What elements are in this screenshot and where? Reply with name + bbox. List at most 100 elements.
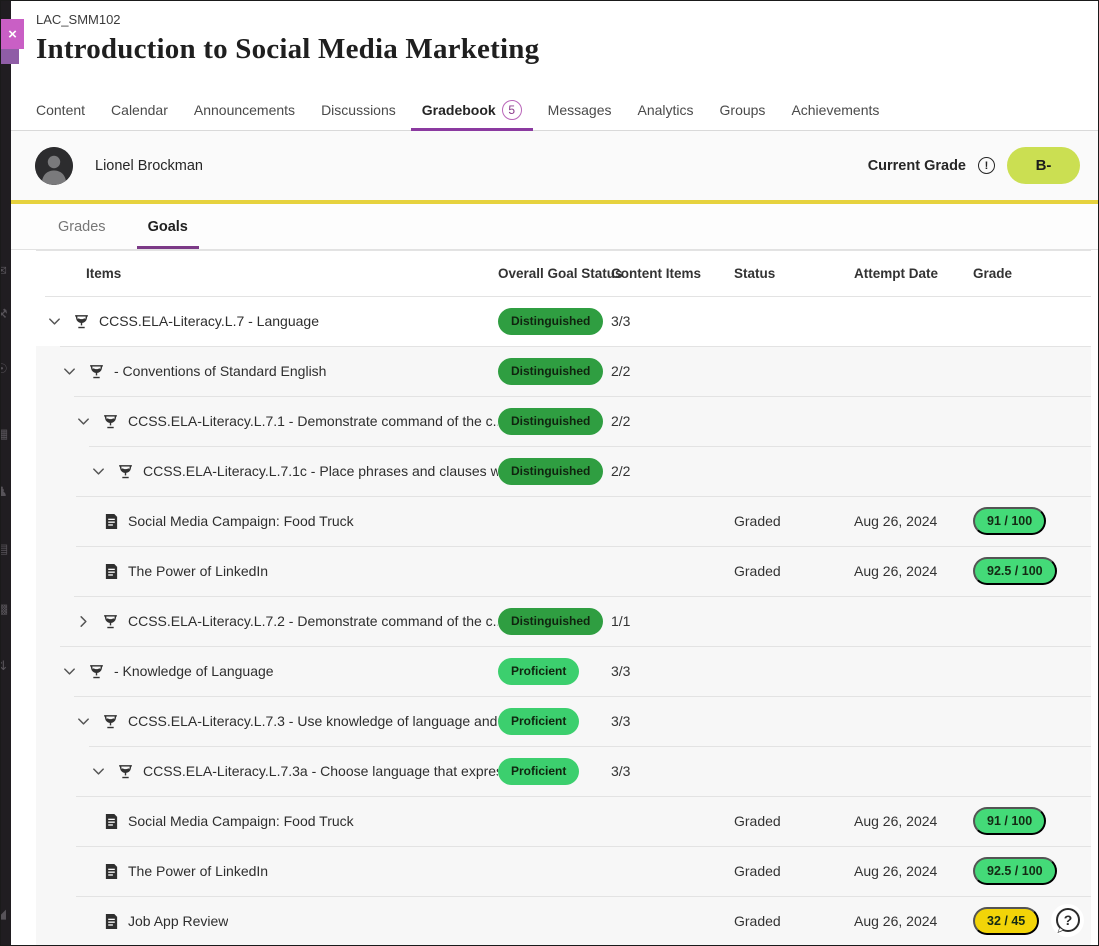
person-silhouette-icon [35, 147, 73, 185]
nav-item-announcements[interactable]: Announcements [181, 89, 308, 130]
clipped-nav-icon: ⚒ [1, 306, 8, 322]
goal-title-link[interactable]: CCSS.ELA-Literacy.L.7.2 - Demonstrate co… [128, 613, 498, 629]
goal-title-link[interactable]: CCSS.ELA-Literacy.L.7.1 - Demonstrate co… [128, 413, 498, 429]
course-id: LAC_SMM102 [36, 12, 1098, 27]
content-item-title-link[interactable]: Social Media Campaign: Food Truck [128, 513, 354, 529]
expand-collapse-chevron-icon[interactable] [45, 312, 64, 331]
expand-collapse-chevron-icon[interactable] [74, 712, 93, 731]
content-items-count: 2/2 [611, 363, 734, 379]
help-button[interactable]: ? [1051, 904, 1084, 937]
divider [76, 796, 1091, 797]
student-bar: Lionel Brockman Current Grade ! B- [11, 131, 1098, 200]
nav-item-groups[interactable]: Groups [707, 89, 779, 130]
goal-trophy-icon [88, 663, 105, 680]
grade-info-icon[interactable]: ! [978, 157, 995, 174]
nav-item-label: Gradebook [422, 102, 496, 118]
nav-item-gradebook[interactable]: Gradebook 5 [409, 89, 535, 130]
course-header: LAC_SMM102 Introduction to Social Media … [11, 1, 1098, 89]
expand-collapse-chevron-icon[interactable] [74, 412, 93, 431]
divider [74, 396, 1091, 397]
expand-collapse-chevron-icon[interactable] [89, 462, 108, 481]
column-header-content-items: Content Items [611, 266, 734, 281]
attempt-date: Aug 26, 2024 [854, 563, 973, 579]
avatar[interactable] [35, 147, 73, 185]
goal-title-link[interactable]: CCSS.ELA-Literacy.L.7.1c - Place phrases… [143, 463, 498, 479]
clipped-nav-icon: ▦ [1, 426, 8, 442]
nav-item-discussions[interactable]: Discussions [308, 89, 409, 130]
document-icon [104, 913, 119, 930]
attempt-status: Graded [734, 513, 854, 529]
goal-trophy-icon [73, 313, 90, 330]
overall-goal-status-badge: Distinguished [498, 408, 603, 435]
overall-goal-status-badge: Distinguished [498, 458, 603, 485]
expand-collapse-chevron-icon[interactable] [60, 662, 79, 681]
grade-pill[interactable]: 91 / 100 [973, 507, 1046, 535]
content-item-title-link[interactable]: The Power of LinkedIn [128, 863, 268, 879]
column-header-items: Items [36, 266, 498, 281]
goal-row: CCSS.ELA-Literacy.L.7.2 - Demonstrate co… [36, 596, 1091, 646]
expand-collapse-chevron-icon[interactable] [89, 762, 108, 781]
nav-item-calendar[interactable]: Calendar [98, 89, 181, 130]
overall-goal-status-badge: Proficient [498, 758, 579, 785]
column-header-attempt-date: Attempt Date [854, 266, 973, 281]
nav-item-label: Analytics [637, 102, 693, 118]
content-item-title-link[interactable]: The Power of LinkedIn [128, 563, 268, 579]
attempt-date: Aug 26, 2024 [854, 513, 973, 529]
goal-title-link[interactable]: - Conventions of Standard English [114, 363, 326, 379]
content-items-count: 2/2 [611, 463, 734, 479]
nav-item-achievements[interactable]: Achievements [778, 89, 892, 130]
content-item-row: Social Media Campaign: Food Truck Graded… [36, 796, 1091, 846]
student-name: Lionel Brockman [95, 158, 203, 174]
goal-row: CCSS.ELA-Literacy.L.7 - Language Disting… [36, 296, 1091, 346]
goal-trophy-icon [117, 463, 134, 480]
goal-title-link[interactable]: CCSS.ELA-Literacy.L.7.3 - Use knowledge … [128, 713, 498, 729]
divider [60, 346, 1091, 347]
content-item-row: Social Media Campaign: Food Truck Graded… [36, 496, 1091, 546]
goal-row: CCSS.ELA-Literacy.L.7.3a - Choose langua… [36, 746, 1091, 796]
nav-item-label: Achievements [791, 102, 879, 118]
content-item-row: The Power of LinkedIn Graded Aug 26, 202… [36, 546, 1091, 596]
nav-item-label: Groups [720, 102, 766, 118]
divider [76, 896, 1091, 897]
tab-grades[interactable]: Grades [47, 204, 117, 249]
current-grade-pill[interactable]: B- [1007, 147, 1080, 184]
goal-trophy-icon [88, 363, 105, 380]
goal-row: CCSS.ELA-Literacy.L.7.1 - Demonstrate co… [36, 396, 1091, 446]
document-icon [104, 813, 119, 830]
content-items-count: 3/3 [611, 663, 734, 679]
nav-item-content[interactable]: Content [23, 89, 98, 130]
attempt-status: Graded [734, 563, 854, 579]
grade-pill[interactable]: 92.5 / 100 [973, 557, 1057, 585]
attempt-status: Graded [734, 913, 854, 929]
student-subtabs: Grades Goals [11, 204, 1098, 250]
grade-pill[interactable]: 32 / 45 [973, 907, 1039, 935]
goals-table: Items Overall Goal Status Content Items … [36, 250, 1091, 946]
expand-collapse-chevron-icon[interactable] [60, 362, 79, 381]
document-icon [104, 863, 119, 880]
nav-item-messages[interactable]: Messages [535, 89, 625, 130]
divider [60, 646, 1091, 647]
nav-item-label: Discussions [321, 102, 396, 118]
goal-title-link[interactable]: CCSS.ELA-Literacy.L.7.3a - Choose langua… [143, 763, 498, 779]
grade-pill[interactable]: 92.5 / 100 [973, 857, 1057, 885]
overall-goal-status-badge: Proficient [498, 658, 579, 685]
attempt-status: Graded [734, 863, 854, 879]
goals-table-body: CCSS.ELA-Literacy.L.7 - Language Disting… [36, 296, 1091, 946]
clipped-nav-icon: ▤ [1, 541, 8, 557]
nav-item-analytics[interactable]: Analytics [624, 89, 706, 130]
goal-title-link[interactable]: CCSS.ELA-Literacy.L.7 - Language [99, 313, 319, 329]
subtab-label: Grades [58, 219, 106, 235]
content-items-count: 2/2 [611, 413, 734, 429]
content-item-title-link[interactable]: Social Media Campaign: Food Truck [128, 813, 354, 829]
goal-row: - Conventions of Standard English Distin… [36, 346, 1091, 396]
divider [89, 446, 1091, 447]
nav-item-label: Announcements [194, 102, 295, 118]
help-question-icon: ? [1053, 906, 1083, 936]
tab-goals[interactable]: Goals [137, 204, 199, 249]
close-panel-button[interactable]: × [1, 19, 24, 49]
goal-title-link[interactable]: - Knowledge of Language [114, 663, 274, 679]
content-item-title-link[interactable]: Job App Review [128, 913, 228, 929]
content-items-count: 3/3 [611, 713, 734, 729]
expand-collapse-chevron-icon[interactable] [74, 612, 93, 631]
grade-pill[interactable]: 91 / 100 [973, 807, 1046, 835]
